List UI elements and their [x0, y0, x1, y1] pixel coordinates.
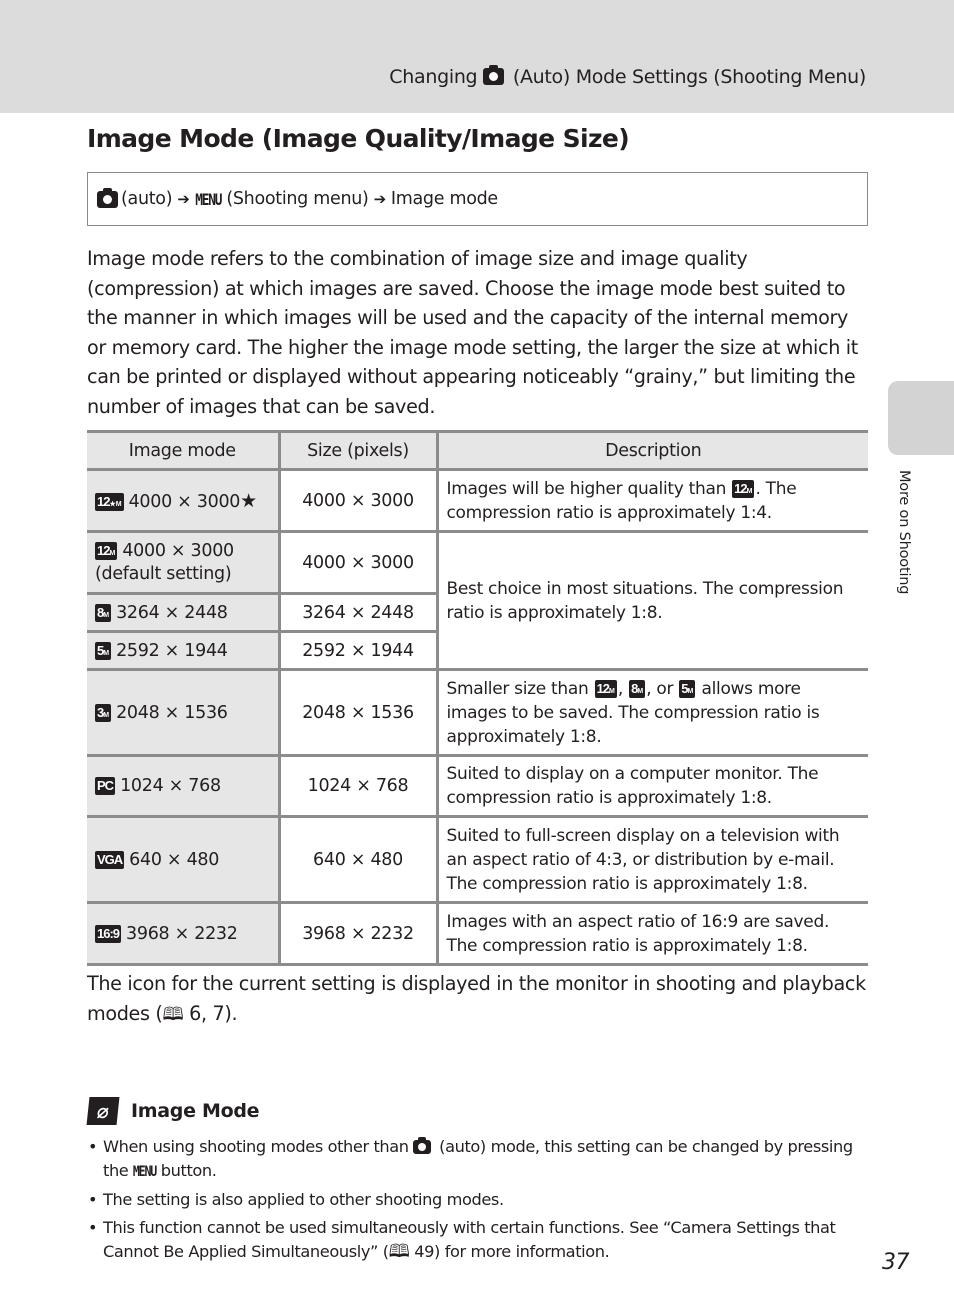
column-header-size: Size (pixels) — [277, 430, 439, 471]
image-mode-cell: PC 1024 × 768 — [87, 754, 279, 818]
icon-note-paragraph: The icon for the current setting is disp… — [87, 969, 869, 1030]
description-cell: Best choice in most situations. The comp… — [437, 530, 868, 671]
size-cell: 3968 × 2232 — [277, 901, 439, 966]
column-header-image-mode: Image mode — [87, 430, 279, 471]
image-mode-pc-icon: PC — [95, 777, 116, 795]
header-band — [0, 0, 954, 113]
image-mode-5m-icon: 5M — [679, 679, 696, 698]
menu-button-label: MENU — [194, 189, 222, 209]
image-mode-8m-icon: 8M — [95, 603, 112, 622]
size-cell: 640 × 480 — [277, 815, 439, 904]
table-row: 3M 2048 × 1536 2048 × 1536 Smaller size t… — [87, 668, 868, 757]
default-setting-label: (default setting) — [95, 563, 232, 584]
image-mode-cell: 16:9 3968 × 2232 — [87, 901, 279, 966]
image-mode-16-9-icon: 16:9 — [95, 924, 122, 943]
section-tab[interactable] — [888, 381, 954, 455]
size-cell: 2048 × 1536 — [277, 668, 439, 757]
star-icon: ★ — [240, 489, 257, 512]
paperclip-icon: ⌀ — [86, 1097, 120, 1125]
image-mode-5m-icon: 5M — [95, 641, 112, 660]
camera-icon — [483, 65, 505, 85]
note-heading: ⌀ Image Mode — [86, 1097, 260, 1125]
menu-path-step-image-mode: Image mode — [390, 189, 498, 209]
size-cell: 2592 × 1944 — [277, 630, 439, 671]
book-reference-icon: 🕮 — [388, 1241, 410, 1262]
table-row: 12M 4000 × 3000 (default setting) 4000 × … — [87, 530, 868, 671]
image-mode-cell: VGA 640 × 480 — [87, 815, 279, 904]
image-mode-12m-icon: 12M — [95, 541, 118, 560]
size-cell: 1024 × 768 — [277, 754, 439, 818]
table-row: 12★M 4000 × 3000★ 4000 × 3000 Images will… — [87, 468, 868, 533]
image-mode-12m-icon: 12M — [732, 479, 755, 498]
image-mode-cell: 8M 3264 × 2448 — [87, 592, 279, 633]
intro-paragraph: Image mode refers to the combination of … — [87, 247, 858, 418]
table-row: 16:9 3968 × 2232 3968 × 2232 Images with … — [87, 901, 868, 966]
description-cell: Smaller size than 12M, 8M, or 5M allows … — [437, 668, 868, 757]
size-cell: 3264 × 2448 — [277, 592, 439, 633]
image-mode-8m-icon: 8M — [629, 679, 646, 698]
description-cell: Suited to full-screen display on a telev… — [437, 815, 868, 904]
book-reference-icon: 🕮 — [162, 1004, 184, 1025]
description-cell: Images with an aspect ratio of 16:9 are … — [437, 901, 868, 966]
size-cell: 4000 × 3000 — [277, 530, 439, 595]
table-row: VGA 640 × 480 640 × 480 Suited to full-sc… — [87, 815, 868, 904]
column-header-description: Description — [437, 430, 868, 471]
image-mode-12m-icon: 12M — [594, 679, 617, 698]
image-mode-cell: 12M 4000 × 3000 (default setting) — [87, 530, 279, 595]
page-number: 37 — [882, 1250, 910, 1275]
page-title: Image Mode (Image Quality/Image Size) — [87, 124, 630, 153]
running-head-suffix: (Auto) Mode Settings (Shooting Menu) — [512, 66, 866, 88]
table-row: PC 1024 × 768 1024 × 768 Suited to displa… — [87, 754, 868, 818]
running-head-prefix: Changing — [389, 66, 478, 88]
arrow-right-icon: ➔ — [177, 190, 190, 208]
note-item: When using shooting modes other than (au… — [88, 1135, 878, 1184]
image-mode-table: Image mode Size (pixels) Description 12★… — [87, 430, 868, 966]
table-header-row: Image mode Size (pixels) Description — [87, 430, 868, 471]
image-mode-12m-star-icon: 12★M — [95, 492, 124, 511]
menu-path-box: (auto) ➔ MENU (Shooting menu) ➔ Image mo… — [87, 172, 868, 226]
image-mode-cell: 5M 2592 × 1944 — [87, 630, 279, 671]
camera-icon — [413, 1137, 432, 1154]
note-title: Image Mode — [131, 1100, 260, 1122]
description-cell: Images will be higher quality than 12M. … — [437, 468, 868, 533]
description-cell: Suited to display on a computer monitor.… — [437, 754, 868, 818]
image-mode-cell: 12★M 4000 × 3000★ — [87, 468, 279, 533]
arrow-right-icon: ➔ — [373, 190, 387, 208]
camera-icon — [97, 187, 118, 208]
page-reference-link[interactable]: 49 — [414, 1242, 434, 1261]
section-tab-label: More on Shooting — [896, 470, 912, 595]
menu-button-label: MENU — [133, 1164, 157, 1180]
note-item: This function cannot be used simultaneou… — [88, 1216, 878, 1264]
menu-path-step-auto: (auto) — [121, 189, 173, 209]
note-list: When using shooting modes other than (au… — [88, 1135, 878, 1268]
menu-path-step-shooting-menu: (Shooting menu) — [226, 189, 369, 209]
running-head: Changing (Auto) Mode Settings (Shooting … — [389, 65, 866, 88]
image-mode-vga-icon: VGA — [95, 850, 125, 869]
size-cell: 4000 × 3000 — [277, 468, 439, 533]
note-item: The setting is also applied to other sho… — [88, 1188, 878, 1212]
image-mode-cell: 3M 2048 × 1536 — [87, 668, 279, 757]
image-mode-3m-icon: 3M — [95, 703, 112, 722]
page-reference-link[interactable]: 6, 7 — [189, 1002, 225, 1025]
